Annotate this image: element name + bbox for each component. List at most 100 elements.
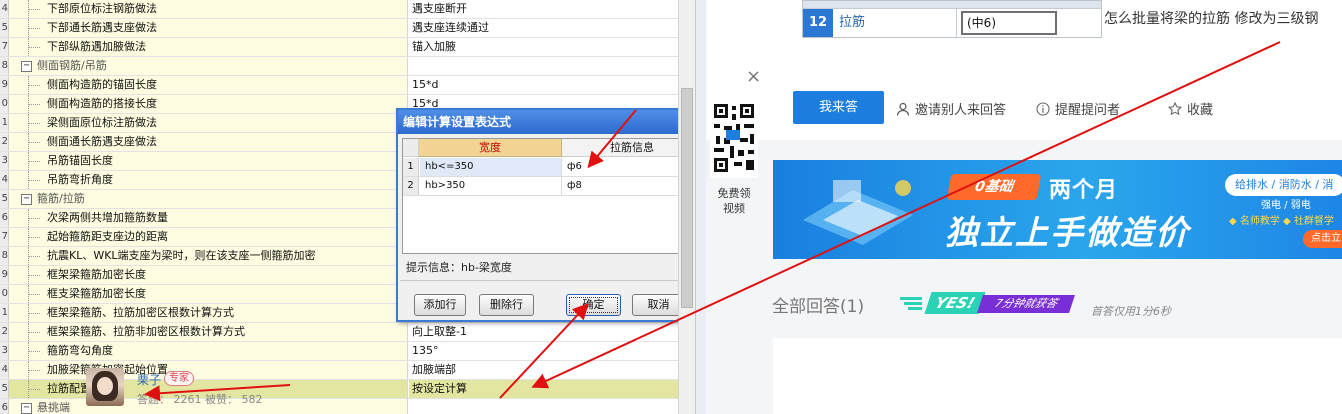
row-number: 0 [0, 95, 9, 113]
tree-line [28, 285, 42, 303]
setting-value-cell[interactable]: 遇支座连续通过 [409, 19, 678, 37]
setting-value-cell[interactable]: 向上取整-1 [409, 323, 678, 341]
tree-line [28, 76, 42, 94]
row-number: 8 [0, 57, 9, 75]
setting-name-cell[interactable]: 梁侧面原位标注筋做法 [9, 114, 408, 132]
setting-row[interactable]: 7 下部纵筋遇加腋做法 锚入加腋 [0, 38, 678, 57]
setting-name-cell[interactable]: 抗震KL、WKL端支座为梁时，则在该支座一侧箍筋加密 [9, 247, 408, 265]
setting-name-cell[interactable]: − 箍筋/拉筋 [9, 190, 408, 208]
scrollbar-thumb[interactable] [681, 88, 693, 308]
setting-name: 侧面钢筋/吊筋 [37, 59, 107, 72]
table-row[interactable]: 1 hb<=350 ф6 [403, 158, 703, 177]
avatar[interactable] [86, 368, 124, 406]
property-name: 拉筋 [835, 9, 957, 37]
width-cell[interactable]: hb<=350 [420, 158, 562, 176]
setting-name-cell[interactable]: 下部原位标注钢筋做法 [9, 0, 408, 18]
setting-value-cell[interactable]: 锚入加腋 [409, 38, 678, 56]
banner-slogan: 独立上手做造价 [945, 213, 1190, 252]
badge-yes: YES! [924, 292, 986, 314]
divider [400, 280, 704, 281]
setting-row[interactable]: 3 箍筋弯勾角度 135° [0, 342, 678, 361]
answer-button[interactable]: 我来答 [793, 91, 884, 124]
row-number: 9 [0, 76, 9, 94]
setting-name-cell[interactable]: 箍筋弯勾角度 [9, 342, 408, 360]
setting-value-cell[interactable]: 按设定计算 [409, 380, 678, 398]
banner-headline: 两个月 [1049, 178, 1119, 203]
invite-link[interactable]: 邀请别人来回答 [896, 99, 1006, 118]
fast-answer-badge: YES! 7分钟就获答 [898, 292, 1078, 316]
table-top-row [803, 1, 1101, 9]
banner-cta-button[interactable]: 点击立 [1303, 230, 1342, 248]
setting-name-cell[interactable]: 下部纵筋遇加腋做法 [9, 38, 408, 56]
dialog-title: 编辑计算设置表达式 [403, 115, 512, 129]
answerer-name[interactable]: 栗子 [137, 371, 161, 388]
tree-line [28, 342, 42, 360]
expression-table: 宽度 拉筋信息 1 hb<=350 ф6 2 hb>350 ф8 [402, 138, 704, 254]
grid-scrollbar[interactable] [678, 0, 695, 414]
tree-line [28, 323, 42, 341]
setting-row[interactable]: 2 框架梁箍筋、拉筋非加密区根数计算方式 向上取整-1 [0, 323, 678, 342]
close-icon[interactable]: × [746, 66, 761, 87]
setting-value-cell[interactable] [409, 57, 678, 75]
setting-value-cell[interactable] [409, 399, 678, 414]
setting-name-cell[interactable]: − 侧面钢筋/吊筋 [9, 57, 408, 75]
setting-name: 起始箍筋距支座边的距离 [47, 230, 168, 243]
tree-line [28, 0, 42, 18]
edit-expression-dialog: 编辑计算设置表达式 ✕ 宽度 拉筋信息 1 hb<=350 ф6 2 hb>35… [396, 108, 708, 322]
delete-row-button[interactable]: 删除行 [479, 294, 534, 316]
collapse-icon[interactable]: − [21, 61, 32, 72]
setting-name-cell[interactable]: 次梁两侧共增加箍筋数量 [9, 209, 408, 227]
setting-name-cell[interactable]: 框架梁箍筋加密长度 [9, 266, 408, 284]
setting-row[interactable]: 9 侧面构造筋的锚固长度 15*d [0, 76, 678, 95]
row-number: 5 [0, 380, 9, 398]
collect-link[interactable]: 收藏 [1168, 99, 1213, 118]
first-answer-time: 首答仅用1分6秒 [1091, 305, 1171, 318]
setting-name-cell[interactable]: 框支梁箍筋加密长度 [9, 285, 408, 303]
row-number: 3 [0, 342, 9, 360]
setting-value-cell[interactable]: 15*d [409, 76, 678, 94]
setting-row[interactable]: 4 下部原位标注钢筋做法 遇支座断开 [0, 0, 678, 19]
property-value: (中6) [961, 11, 1057, 35]
setting-name-cell[interactable]: 侧面构造筋的锚固长度 [9, 76, 408, 94]
row-number: 4 [0, 361, 9, 379]
setting-name-cell[interactable]: 侧面构造筋的搭接长度 [9, 95, 408, 113]
table-corner [403, 139, 419, 157]
star-icon [1168, 102, 1182, 116]
banner-features: ◆ 名师教学 ◆ 社群督学 [1229, 216, 1334, 227]
setting-name-cell[interactable]: 吊筋弯折角度 [9, 171, 408, 189]
setting-name: 侧面构造筋的搭接长度 [47, 97, 157, 110]
setting-name-cell[interactable]: 起始箍筋距支座边的距离 [9, 228, 408, 246]
collapse-icon[interactable]: − [21, 403, 32, 414]
width-cell[interactable]: hb>350 [420, 177, 562, 195]
table-row[interactable]: 2 hb>350 ф8 [403, 177, 703, 196]
screenshot-root: { "settings_grid": { "rows": [ {"num": "… [0, 0, 1342, 414]
setting-name: 抗震KL、WKL端支座为梁时，则在该支座一侧箍筋加密 [47, 249, 316, 262]
ok-button[interactable]: 确定 [566, 294, 621, 316]
question-image-table: 12 拉筋 (中6) [802, 0, 1102, 38]
collapse-icon[interactable]: − [21, 194, 32, 205]
setting-name-cell[interactable]: 下部通长筋遇支座做法 [9, 19, 408, 37]
ad-banner[interactable]: 0基础 两个月 独立上手做造价 给排水 / 消防水 / 消 强电 / 弱电 ◆ … [773, 160, 1342, 259]
tree-line [28, 361, 42, 379]
setting-name-cell[interactable]: 吊筋锚固长度 [9, 152, 408, 170]
row-number: 7 [0, 228, 9, 246]
speed-lines-icon [900, 297, 922, 310]
setting-value-cell[interactable]: 135° [409, 342, 678, 360]
add-row-button[interactable]: 添加行 [414, 294, 466, 316]
setting-name: 框架梁箍筋、拉筋加密区根数计算方式 [47, 306, 234, 319]
setting-name-cell[interactable]: 侧面通长筋遇支座做法 [9, 133, 408, 151]
setting-name: 下部原位标注钢筋做法 [47, 2, 157, 15]
setting-name-cell[interactable]: 框架梁箍筋、拉筋加密区根数计算方式 [9, 304, 408, 322]
section-row[interactable]: 8− 侧面钢筋/吊筋 [0, 57, 678, 76]
remind-link[interactable]: 提醒提问者 [1036, 99, 1120, 118]
setting-value-cell[interactable]: 加腋端部 [409, 361, 678, 379]
setting-row[interactable]: 5 下部通长筋遇支座做法 遇支座连续通过 [0, 19, 678, 38]
row-number: 2 [403, 177, 419, 195]
setting-name-cell[interactable]: 框架梁箍筋、拉筋非加密区根数计算方式 [9, 323, 408, 341]
setting-name-cell[interactable]: 加腋梁箍筋加密起始位置 [9, 361, 408, 379]
setting-value-cell[interactable]: 遇支座断开 [409, 0, 678, 18]
column-header-width[interactable]: 宽度 [419, 139, 562, 157]
dialog-title-bar[interactable]: 编辑计算设置表达式 [398, 110, 706, 134]
tree-line [28, 133, 42, 151]
tree-line [28, 152, 42, 170]
